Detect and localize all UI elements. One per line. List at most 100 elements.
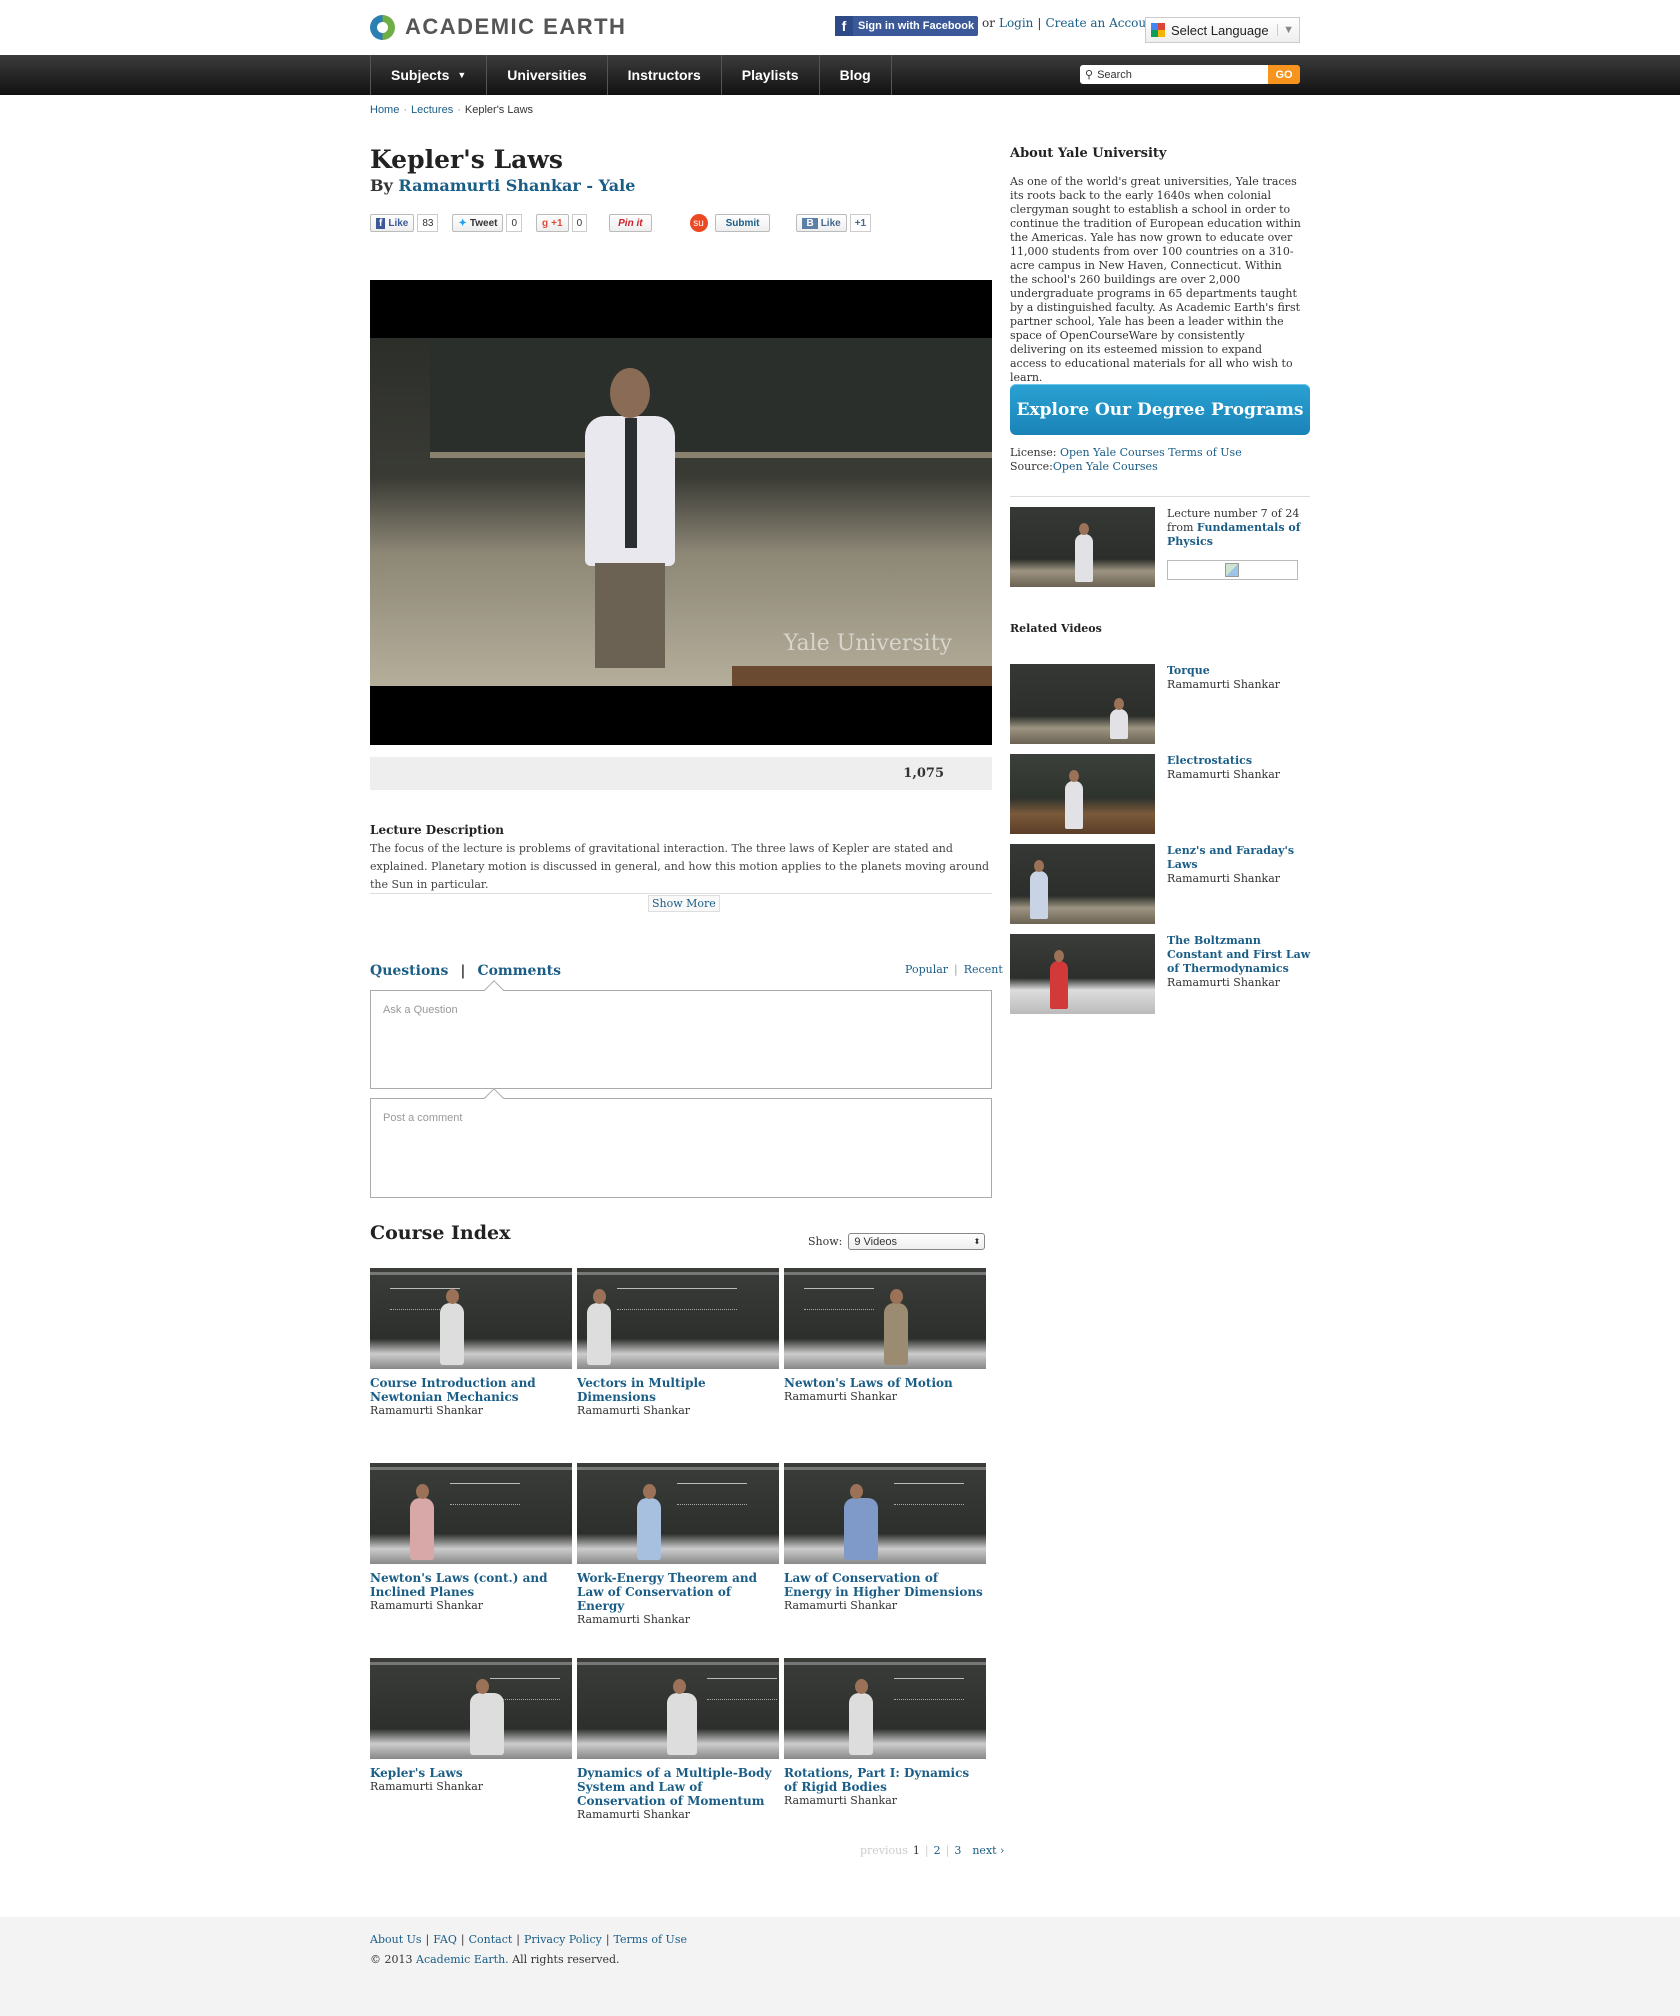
breadcrumb-lectures[interactable]: Lectures — [411, 104, 453, 116]
course-card[interactable]: Course Introduction and Newtonian Mechan… — [370, 1268, 572, 1418]
related-video-title[interactable]: Torque — [1167, 664, 1312, 678]
course-card-title[interactable]: Work-Energy Theorem and Law of Conservat… — [577, 1571, 779, 1613]
gplus-count: 0 — [571, 214, 588, 232]
course-thumbnail[interactable] — [784, 1463, 986, 1564]
course-card-title[interactable]: Rotations, Part I: Dynamics of Rigid Bod… — [784, 1766, 986, 1794]
course-card[interactable]: Dynamics of a Multiple-Body System and L… — [577, 1658, 779, 1822]
nav-item-label: Universities — [507, 67, 587, 83]
login-link[interactable]: Login — [999, 16, 1033, 30]
discussion-sort: Popular | Recent — [905, 963, 1003, 976]
search-input[interactable]: ⚲ Search — [1080, 65, 1268, 84]
footer-link-faq[interactable]: FAQ — [433, 1933, 457, 1946]
course-card-title[interactable]: Law of Conservation of Energy in Higher … — [784, 1571, 986, 1599]
course-card-title[interactable]: Newton's Laws of Motion — [784, 1376, 986, 1390]
course-thumbnail[interactable] — [784, 1268, 986, 1369]
footer-link-contact[interactable]: Contact — [469, 1933, 513, 1946]
course-card[interactable]: Vectors in Multiple Dimensions Ramamurti… — [577, 1268, 779, 1418]
sort-recent[interactable]: Recent — [964, 963, 1003, 976]
course-card-author: Ramamurti Shankar — [370, 1404, 484, 1417]
related-video-title[interactable]: Lenz's and Faraday's Laws — [1167, 844, 1312, 872]
footer-link-terms[interactable]: Terms of Use — [614, 1933, 687, 1946]
breadcrumb-home[interactable]: Home — [370, 104, 399, 116]
nav-item-subjects[interactable]: Subjects ▼ — [370, 55, 486, 95]
course-thumbnail[interactable] — [370, 1268, 572, 1369]
course-thumbnail[interactable] — [784, 1658, 986, 1759]
course-card-author: Ramamurti Shankar — [577, 1613, 691, 1626]
tweet-widget: ✦ Tweet 0 — [452, 214, 523, 232]
course-thumbnail[interactable] — [577, 1658, 779, 1759]
tab-questions[interactable]: Questions — [370, 963, 448, 979]
course-card-title[interactable]: Course Introduction and Newtonian Mechan… — [370, 1376, 572, 1404]
language-select-label: Select Language — [1171, 22, 1269, 38]
pager-next[interactable]: next › — [972, 1844, 1004, 1857]
nav-item-playlists[interactable]: Playlists — [720, 55, 819, 95]
course-card[interactable]: Rotations, Part I: Dynamics of Rigid Bod… — [784, 1658, 986, 1808]
footer-link-privacy[interactable]: Privacy Policy — [524, 1933, 602, 1946]
post-comment-input[interactable]: Post a comment — [370, 1098, 992, 1198]
gplus-button[interactable]: g +1 — [536, 214, 569, 232]
course-card-title[interactable]: Dynamics of a Multiple-Body System and L… — [577, 1766, 779, 1808]
course-card[interactable]: Newton's Laws (cont.) and Inclined Plane… — [370, 1463, 572, 1613]
related-video-info: Electrostatics Ramamurti Shankar — [1167, 754, 1312, 782]
course-thumbnail[interactable] — [370, 1463, 572, 1564]
vk-like-button[interactable]: B Like — [796, 214, 847, 232]
language-select[interactable]: Select Language ▼ — [1145, 17, 1300, 43]
footer-link-about[interactable]: About Us — [370, 1933, 422, 1946]
breadcrumb-current: Kepler's Laws — [464, 104, 534, 116]
course-card-title[interactable]: Newton's Laws (cont.) and Inclined Plane… — [370, 1571, 572, 1599]
related-video-thumbnail[interactable] — [1010, 664, 1155, 744]
tweet-label: Tweet — [469, 217, 498, 229]
related-video-thumbnail[interactable] — [1010, 934, 1155, 1014]
course-card[interactable]: Law of Conservation of Energy in Higher … — [784, 1463, 986, 1613]
logo[interactable]: ACADEMIC EARTH — [370, 14, 626, 40]
video-frame: Yale University — [370, 338, 992, 686]
pager-page-2[interactable]: 2 — [934, 1844, 941, 1857]
license-link[interactable]: Open Yale Courses Terms of Use — [1060, 446, 1242, 459]
nav-item-instructors[interactable]: Instructors — [606, 55, 721, 95]
pager-page-3[interactable]: 3 — [954, 1844, 961, 1857]
show-more-button[interactable]: Show More — [648, 895, 720, 912]
select-arrows-icon: ⬍ — [973, 1237, 981, 1246]
facebook-like-button[interactable]: f Like — [370, 214, 415, 232]
related-video-info: Lenz's and Faraday's Laws Ramamurti Shan… — [1167, 844, 1312, 886]
related-video-author: Ramamurti Shankar — [1167, 976, 1281, 989]
related-video-thumbnail[interactable] — [1010, 844, 1155, 924]
lecturer-figure — [570, 368, 690, 668]
course-card-title[interactable]: Kepler's Laws — [370, 1766, 572, 1780]
related-video-thumbnail[interactable] — [1010, 754, 1155, 834]
search-go-button[interactable]: GO — [1268, 65, 1300, 84]
stumbleupon-submit-button[interactable]: Submit — [714, 214, 771, 232]
course-thumbnail[interactable] — [370, 1658, 572, 1759]
explore-degree-programs-button[interactable]: Explore Our Degree Programs — [1010, 384, 1310, 435]
tab-comments[interactable]: Comments — [477, 963, 561, 979]
course-card-author: Ramamurti Shankar — [577, 1404, 691, 1417]
related-video-info: The Boltzmann Constant and First Law of … — [1167, 934, 1312, 990]
course-card-title[interactable]: Vectors in Multiple Dimensions — [577, 1376, 779, 1404]
instructor-link[interactable]: Ramamurti Shankar - Yale — [398, 176, 635, 195]
copyright-link[interactable]: Academic Earth. — [416, 1953, 509, 1966]
show-count-select[interactable]: 9 Videos ⬍ — [848, 1233, 986, 1250]
course-card[interactable]: Kepler's Laws Ramamurti Shankar — [370, 1658, 572, 1794]
course-card[interactable]: Work-Energy Theorem and Law of Conservat… — [577, 1463, 779, 1627]
tweet-button[interactable]: ✦ Tweet — [452, 214, 504, 232]
nav-item-blog[interactable]: Blog — [818, 55, 892, 95]
caret-down-icon: ▼ — [457, 70, 467, 80]
pinit-button[interactable]: Pin it — [609, 214, 652, 232]
related-video-title[interactable]: Electrostatics — [1167, 754, 1312, 768]
course-thumbnail[interactable] — [577, 1463, 779, 1564]
tab-separator: | — [460, 963, 466, 979]
nav-item-universities[interactable]: Universities — [486, 55, 606, 95]
facebook-signin-button[interactable]: f Sign in with Facebook — [835, 16, 978, 36]
related-video-title[interactable]: The Boltzmann Constant and First Law of … — [1167, 934, 1312, 976]
gplus-label: +1 — [551, 217, 563, 229]
course-card[interactable]: Newton's Laws of Motion Ramamurti Shanka… — [784, 1268, 986, 1404]
sort-popular[interactable]: Popular — [905, 963, 948, 976]
related-videos-title: Related Videos — [1010, 622, 1102, 635]
course-thumbnail[interactable] — [1010, 507, 1155, 587]
vk-plus-button[interactable]: +1 — [849, 214, 872, 232]
ask-question-input[interactable]: Ask a Question — [370, 990, 992, 1089]
create-account-link[interactable]: Create an Account — [1045, 16, 1158, 30]
source-link[interactable]: Open Yale Courses — [1053, 460, 1158, 473]
course-thumbnail[interactable] — [577, 1268, 779, 1369]
dropdown-arrow-icon: ▼ — [1277, 24, 1299, 36]
